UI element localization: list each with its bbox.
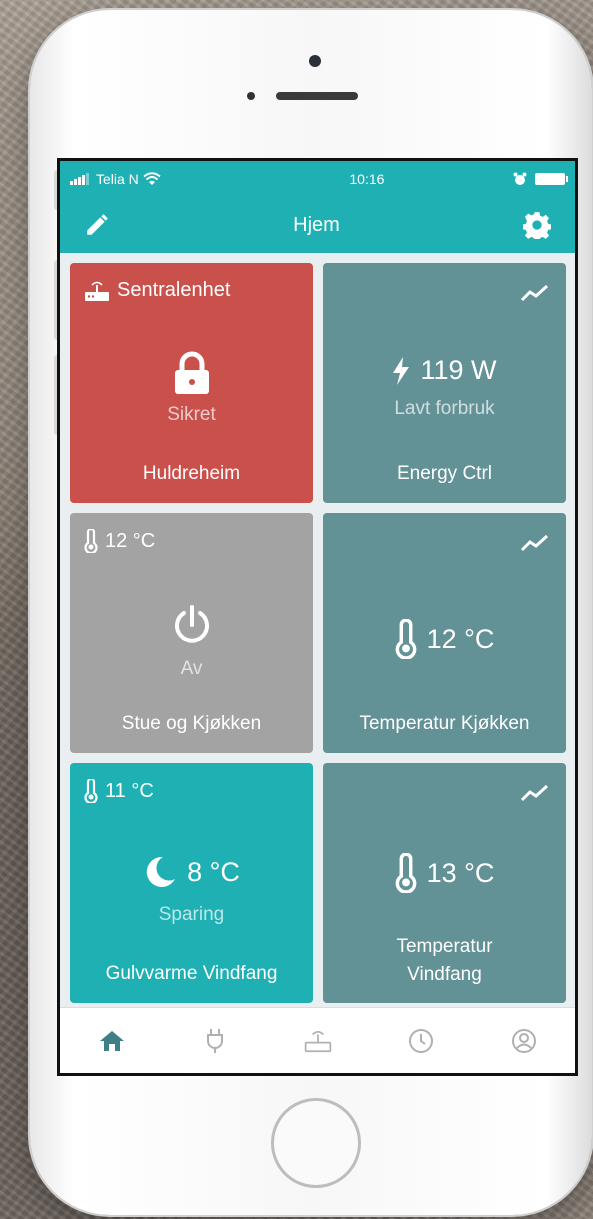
tile-status: Sparing — [158, 904, 225, 925]
tab-hub[interactable] — [298, 1021, 338, 1061]
temperature-value: 13 °C — [426, 857, 495, 888]
tile-value: 13 °C — [323, 853, 566, 898]
status-time: 10:16 — [349, 171, 385, 187]
page-title: Hjem — [293, 213, 340, 236]
trend-icon[interactable] — [520, 533, 550, 553]
status-right — [513, 172, 568, 186]
tile-name: Gulvvarme Vindfang — [105, 963, 278, 984]
tile-state: Sikret — [70, 351, 313, 426]
tile-value: 8 °C Sparing — [70, 855, 313, 926]
battery-icon — [535, 173, 568, 185]
tile-energy-ctrl[interactable]: 119 W Lavt forbruk Energy Ctrl — [323, 263, 566, 503]
earpiece-speaker — [276, 92, 358, 100]
tab-home[interactable] — [92, 1021, 132, 1061]
tile-name: Energy Ctrl — [396, 463, 493, 484]
user-icon — [511, 1028, 536, 1053]
front-camera — [309, 55, 321, 67]
tab-schedule[interactable] — [401, 1021, 441, 1061]
tile-temperatur-kjokken[interactable]: 12 °C Temperatur Kjøkken — [323, 513, 566, 753]
clock-icon — [408, 1028, 433, 1053]
router-icon — [85, 281, 109, 301]
plug-icon — [206, 1028, 223, 1053]
wifi-icon — [143, 172, 161, 185]
tile-name-line2: Vindfang — [407, 964, 482, 985]
tab-devices[interactable] — [195, 1021, 235, 1061]
tile-status: Sikret — [167, 404, 216, 425]
power-icon[interactable] — [172, 605, 212, 645]
power-value: 119 W — [420, 355, 497, 385]
alarm-icon — [513, 172, 527, 185]
badge-label: 12 °C — [105, 529, 156, 552]
badge-label: Sentralenhet — [117, 279, 231, 301]
tile-gulvvarme-vindfang[interactable]: 11 °C 8 °C Sparing Gulvvarme Vindfang — [70, 763, 313, 1003]
tile-badge: 11 °C — [84, 779, 154, 803]
home-button[interactable] — [271, 1098, 361, 1188]
device-grid: Sentralenhet Sikret Huldreheim 119 W Lav… — [60, 253, 575, 1003]
tile-badge: Sentralenhet — [84, 279, 230, 302]
trend-icon[interactable] — [520, 783, 550, 803]
thermometer-icon — [84, 779, 98, 803]
tile-value: 12 °C — [323, 619, 566, 664]
badge-label: 11 °C — [105, 779, 154, 802]
gear-icon[interactable] — [522, 211, 551, 239]
status-left: Telia N — [70, 171, 161, 187]
carrier-name: Telia N — [96, 171, 139, 187]
home-icon — [99, 1030, 124, 1051]
tile-name: Temperatur Kjøkken — [359, 713, 530, 734]
thermometer-icon — [395, 853, 416, 893]
bolt-icon — [393, 356, 410, 385]
thermometer-icon — [84, 529, 98, 553]
tab-profile[interactable] — [504, 1021, 544, 1061]
tile-name-line1: Temperatur — [396, 936, 493, 957]
pencil-icon[interactable] — [84, 212, 110, 238]
tile-name: Huldreheim — [142, 463, 241, 484]
thermometer-icon — [395, 619, 416, 659]
nav-bar: Hjem — [60, 197, 575, 253]
temperature-value: 12 °C — [426, 623, 495, 654]
proximity-sensor — [247, 92, 255, 100]
lock-icon — [174, 351, 209, 394]
status-bar: Telia N 10:16 — [60, 161, 575, 197]
tile-status: Av — [180, 658, 203, 679]
tile-temperatur-vindfang[interactable]: 13 °C Temperatur Vindfang — [323, 763, 566, 1003]
tile-state: Av — [70, 605, 313, 680]
tile-huldreheim[interactable]: Sentralenhet Sikret Huldreheim — [70, 263, 313, 503]
moon-icon — [146, 856, 176, 887]
tile-value: 119 W Lavt forbruk — [323, 355, 566, 420]
setpoint-value: 8 °C — [187, 856, 240, 887]
router-icon — [304, 1030, 331, 1052]
tile-stue-og-kjokken[interactable]: 12 °C Av Stue og Kjøkken — [70, 513, 313, 753]
signal-icon — [70, 173, 89, 185]
tab-bar — [60, 1007, 575, 1073]
tile-name: Temperatur Vindfang — [323, 933, 566, 989]
tile-badge: 12 °C — [84, 529, 155, 553]
trend-icon[interactable] — [520, 283, 550, 303]
tile-name: Stue og Kjøkken — [121, 713, 262, 734]
app-screen: Telia N 10:16 Hjem Sentralenhet Sikret H… — [57, 158, 578, 1076]
tile-status: Lavt forbruk — [394, 397, 495, 419]
